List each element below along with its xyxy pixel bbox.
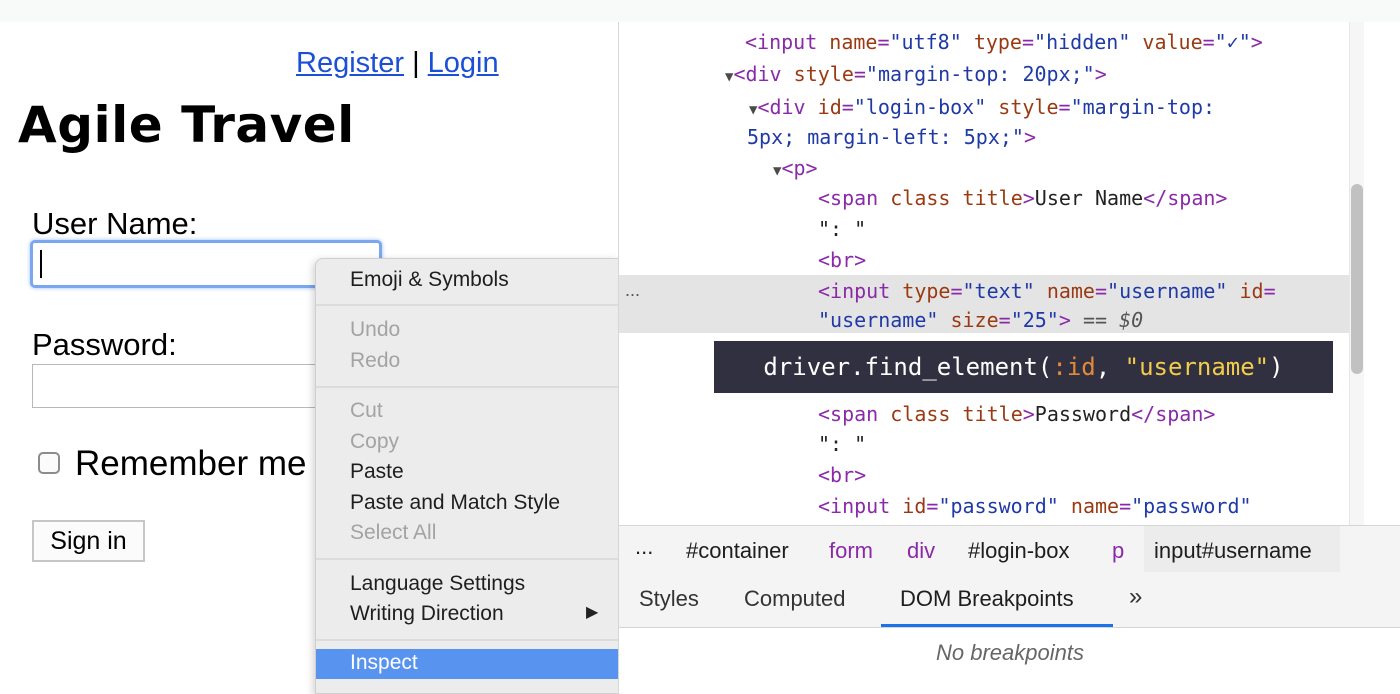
tooltip-close: ) <box>1269 353 1284 381</box>
code-line-colon-text[interactable]: ": " <box>818 217 866 241</box>
more-tabs-icon[interactable]: » <box>1129 583 1142 611</box>
code-line-p[interactable]: ▼<p> <box>773 156 818 180</box>
selenium-tooltip: driver.find_element(:id, "username") <box>714 341 1333 393</box>
remember-label: Remember me <box>75 444 307 483</box>
breadcrumb-ellipsis[interactable]: ... <box>635 534 653 560</box>
tooltip-symbol: :id <box>1052 353 1096 381</box>
code-line-input-password[interactable]: <input id="password" name="password" <box>818 494 1252 518</box>
remember-checkbox[interactable] <box>38 452 60 474</box>
text-caret <box>40 250 42 278</box>
auth-links: Register | Login <box>296 47 499 80</box>
breadcrumb-login-box[interactable]: #login-box <box>968 538 1070 564</box>
breadcrumb-div[interactable]: div <box>907 538 935 564</box>
breadcrumb-container[interactable]: #container <box>686 538 789 564</box>
code-line-utf8[interactable]: <input name="utf8" type="hidden" value="… <box>745 30 1263 54</box>
code-line-colon-text-2[interactable]: ": " <box>818 432 866 456</box>
menu-item-copy[interactable]: Copy <box>350 430 399 454</box>
breadcrumb-input-username[interactable]: input#username <box>1154 538 1312 564</box>
menu-item-paste-match-style[interactable]: Paste and Match Style <box>350 491 560 515</box>
code-line-span-username[interactable]: <span class title>User Name</span> <box>818 186 1227 210</box>
menu-item-paste[interactable]: Paste <box>350 460 404 484</box>
link-separator: | <box>412 47 420 79</box>
row-actions-ellipsis[interactable]: ... <box>625 280 640 301</box>
code-line-span-password[interactable]: <span class title>Password</span> <box>818 402 1215 426</box>
menu-item-inspect[interactable]: Inspect <box>350 651 418 675</box>
menu-separator <box>316 304 619 306</box>
menu-item-select-all[interactable]: Select All <box>350 521 436 545</box>
tab-computed[interactable]: Computed <box>744 586 846 612</box>
code-line-input-username[interactable]: <input type="text" name="username" id= <box>818 279 1276 303</box>
active-tab-indicator <box>881 624 1113 627</box>
devtools-panel: ... <input name="utf8" type="hidden" val… <box>618 22 1400 692</box>
menu-item-language-settings[interactable]: Language Settings <box>350 572 525 596</box>
menu-separator <box>316 386 619 388</box>
code-line-login-box-cont[interactable]: 5px; margin-left: 5px;"> <box>747 125 1036 149</box>
code-line-login-box[interactable]: ▼<div id="login-box" style="margin-top: <box>749 95 1215 119</box>
code-line-div-margin[interactable]: ▼<div style="margin-top: 20px;"> <box>725 62 1107 86</box>
menu-separator <box>316 639 619 641</box>
tab-dom-breakpoints[interactable]: DOM Breakpoints <box>900 586 1074 612</box>
tooltip-method: driver.find_element( <box>763 353 1053 381</box>
breadcrumb: ... #container form div #login-box p inp… <box>619 525 1400 573</box>
elements-scrollbar[interactable] <box>1349 22 1364 525</box>
sign-in-button[interactable]: Sign in <box>32 520 145 562</box>
context-menu: Emoji & Symbols Undo Redo Cut Copy Paste… <box>315 258 619 694</box>
password-input[interactable] <box>32 364 332 408</box>
sidebar-tabs: Styles Computed DOM Breakpoints » <box>619 572 1400 628</box>
tooltip-separator: , <box>1095 353 1125 381</box>
scrollbar-thumb[interactable] <box>1351 184 1363 374</box>
menu-item-redo[interactable]: Redo <box>350 349 400 373</box>
username-label: User Name: <box>32 206 198 241</box>
submenu-arrow-icon: ▶ <box>586 604 599 621</box>
elements-tree: ... <input name="utf8" type="hidden" val… <box>619 22 1349 525</box>
menu-item-undo[interactable]: Undo <box>350 318 400 342</box>
menu-separator <box>316 558 619 560</box>
tooltip-string: "username" <box>1124 353 1270 381</box>
code-line-br[interactable]: <br> <box>818 248 866 272</box>
menu-item-emoji-symbols[interactable]: Emoji & Symbols <box>350 268 509 292</box>
menu-item-cut[interactable]: Cut <box>350 399 383 423</box>
password-label: Password: <box>32 327 177 362</box>
site-title: Agile Travel <box>18 96 355 154</box>
login-link[interactable]: Login <box>428 47 499 79</box>
top-strip <box>0 0 1400 22</box>
code-line-br-2[interactable]: <br> <box>818 463 866 487</box>
code-line-input-username-cont[interactable]: "username" size="25"> == $0 <box>818 308 1143 332</box>
menu-item-writing-direction[interactable]: Writing Direction <box>350 602 504 626</box>
register-link[interactable]: Register <box>296 47 404 79</box>
no-breakpoints-message: No breakpoints <box>936 640 1084 665</box>
tab-styles[interactable]: Styles <box>639 586 699 612</box>
menu-item-inspect-highlight[interactable]: Inspect <box>316 649 619 679</box>
breadcrumb-form[interactable]: form <box>829 538 873 564</box>
breadcrumb-p[interactable]: p <box>1112 538 1124 564</box>
